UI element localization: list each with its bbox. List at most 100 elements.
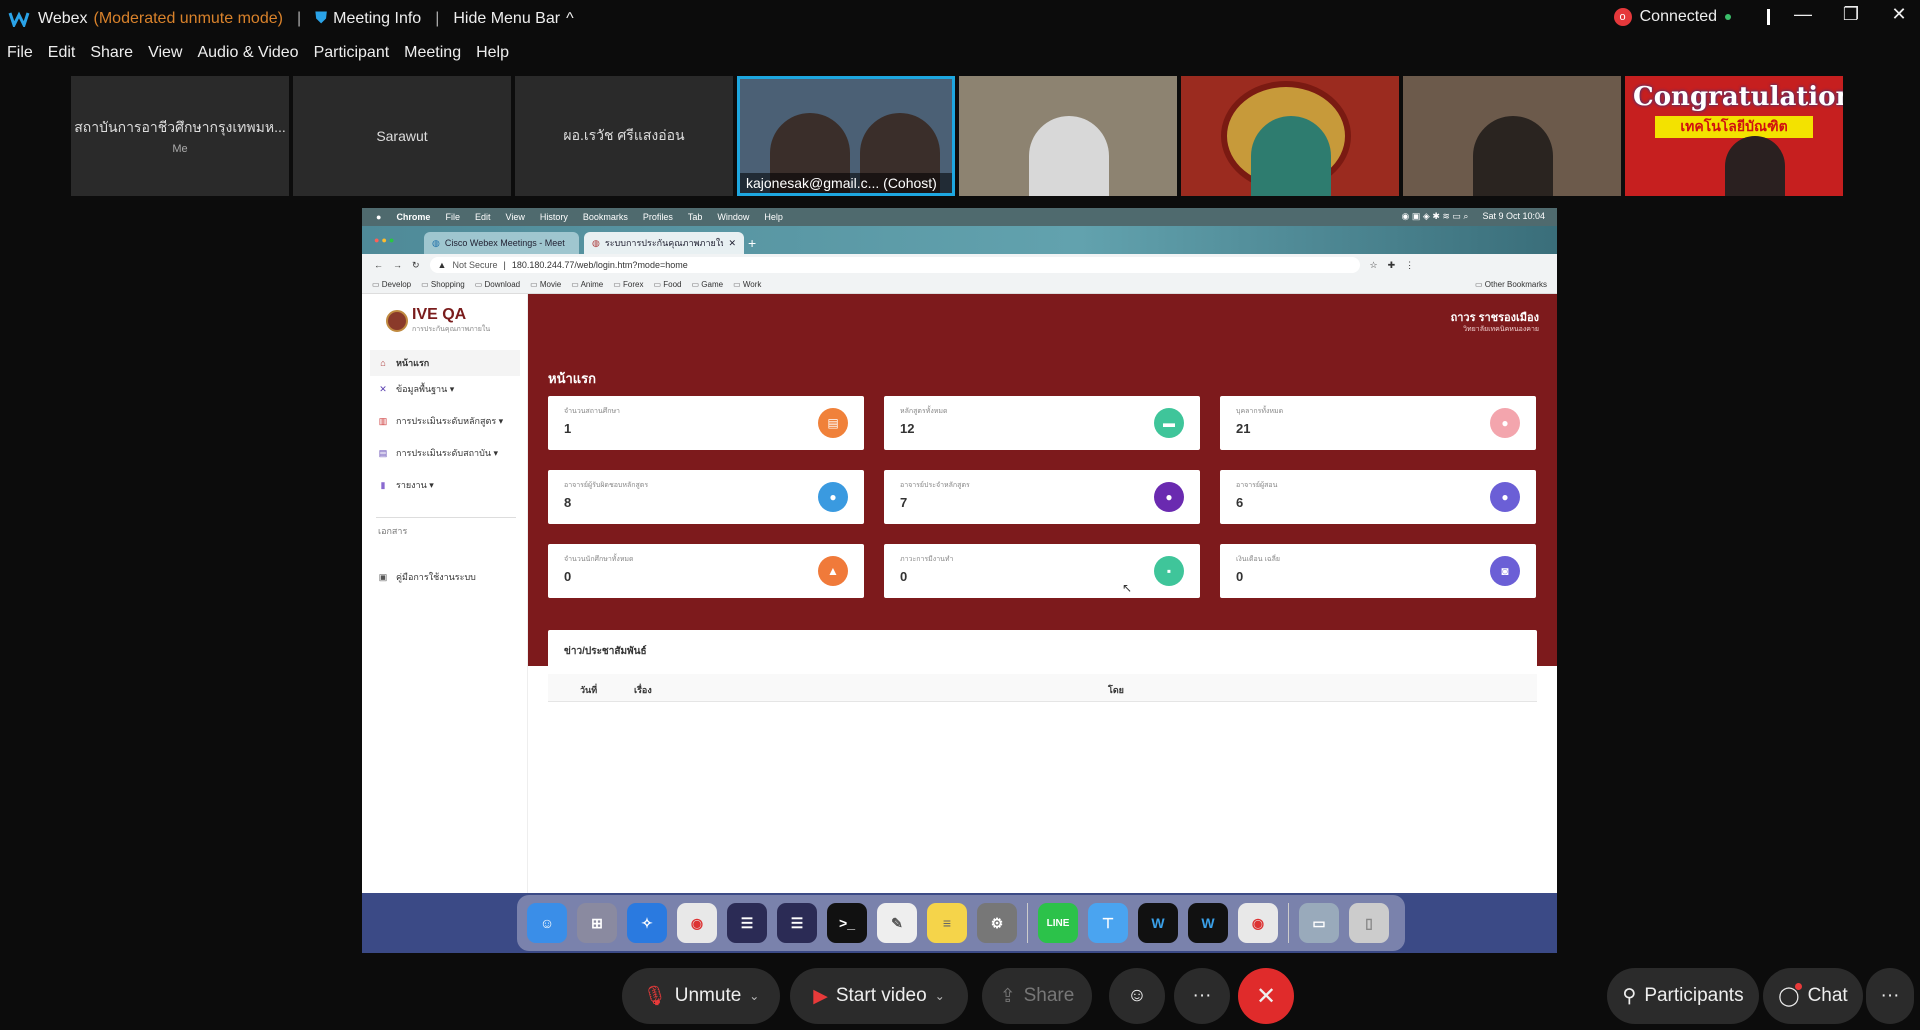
chrome-icon[interactable]: ◉ — [677, 903, 717, 943]
bookmark-folder[interactable]: Food — [653, 280, 681, 289]
stat-value: 12 — [900, 421, 915, 436]
meeting-controls: 🎙︎ Unmute ⌄ ▶ Start video ⌄ ⇪ Share ☺ ··… — [0, 962, 1920, 1030]
eclipse-icon[interactable]: ☰ — [777, 903, 817, 943]
participants-button[interactable]: ⚲ Participants — [1607, 968, 1759, 1024]
minimize-icon[interactable]: — — [1790, 4, 1816, 25]
menu-file[interactable]: File — [7, 44, 33, 72]
shield-icon: ⛊ — [315, 10, 328, 27]
participant-video-active[interactable]: kajonesak@gmail.c... (Cohost) — [737, 76, 955, 196]
mac-app-name: Chrome — [396, 212, 431, 222]
hide-menu-bar-button[interactable]: Hide Menu Bar ^ — [453, 10, 573, 28]
site-logo[interactable]: IVE QA การประกันคุณภาพภายใน — [386, 306, 490, 335]
finder-icon[interactable]: ☺ — [527, 903, 567, 943]
nav-institution-eval[interactable]: ▤ การประเมินระดับสถาบัน ▾ — [378, 446, 498, 460]
column-header-by[interactable]: โดย — [1108, 683, 1124, 697]
menu-participant[interactable]: Participant — [314, 44, 390, 72]
connection-status[interactable]: o Connected — [1613, 8, 1770, 26]
address-bar[interactable]: ▲ Not Secure | 180.180.244.77/web/login.… — [429, 257, 1360, 273]
stat-card-employment[interactable]: ภาวะการมีงานทำ 0 ▪ — [884, 544, 1200, 598]
chevron-down-icon[interactable]: ⌄ — [749, 989, 759, 1003]
column-header-subject[interactable]: เรื่อง — [634, 683, 652, 697]
nav-manual[interactable]: ▣ คู่มือการใช้งานระบบ — [378, 570, 476, 584]
participant-video[interactable] — [1403, 76, 1621, 196]
stat-card-staff[interactable]: บุคลากรทั้งหมด 21 ● — [1220, 396, 1536, 450]
share-button[interactable]: ⇪ Share — [982, 968, 1092, 1024]
reactions-button[interactable]: ☺ — [1109, 968, 1165, 1024]
column-header-date[interactable]: วันที่ — [580, 683, 597, 697]
start-video-button[interactable]: ▶ Start video ⌄ — [790, 968, 968, 1024]
nav-basic-data[interactable]: ✕ ข้อมูลพื้นฐาน ▾ — [378, 382, 454, 396]
bookmark-folder[interactable]: Shopping — [421, 280, 465, 289]
star-icon[interactable]: ☆ — [1370, 260, 1378, 271]
stat-card-responsible-teachers[interactable]: อาจารย์ผู้รับผิดชอบหลักสูตร 8 ● — [548, 470, 864, 524]
participant-video[interactable]: Congratulations เทคโนโลยีบัณฑิต — [1625, 76, 1843, 196]
extensions-icon[interactable]: ✚ — [1388, 260, 1396, 271]
more-options-button[interactable]: ··· — [1174, 968, 1230, 1024]
bookmark-folder[interactable]: Develop — [372, 280, 411, 289]
bookmark-folder[interactable]: Work — [733, 280, 762, 289]
leave-meeting-button[interactable]: ✕ — [1238, 968, 1294, 1024]
new-tab-icon[interactable]: + — [748, 235, 756, 251]
webex-icon[interactable]: W — [1138, 903, 1178, 943]
close-icon[interactable]: ✕ — [1886, 4, 1912, 25]
status-icons: ◉ ▣ ◈ ✱ ≋ ▭ ⌕ — [1401, 211, 1469, 221]
stat-card-course-teachers[interactable]: อาจารย์ประจำหลักสูตร 7 ● — [884, 470, 1200, 524]
line-icon[interactable]: LINE — [1038, 903, 1078, 943]
close-tab-icon[interactable]: ✕ — [728, 238, 736, 249]
settings-icon[interactable]: ⚙ — [977, 903, 1017, 943]
notes-icon[interactable]: ≡ — [927, 903, 967, 943]
participant-video[interactable] — [959, 76, 1177, 196]
banner-tag: เทคโนโลยีบัณฑิต — [1655, 116, 1813, 138]
participant-tile-self[interactable]: สถาบันการอาชีวศึกษากรุงเทพมห... Me — [71, 76, 289, 196]
menu-meeting[interactable]: Meeting — [404, 44, 461, 72]
unmute-button[interactable]: 🎙︎ Unmute ⌄ — [622, 968, 780, 1024]
meeting-info-button[interactable]: ⛊ Meeting Info — [315, 10, 421, 28]
bookmark-folder[interactable]: Anime — [571, 280, 604, 289]
nav-home[interactable]: ⌂ หน้าแรก — [370, 350, 520, 376]
mac-menu-item: Window — [717, 212, 750, 222]
menu-edit[interactable]: Edit — [48, 44, 76, 72]
bookmark-folder[interactable]: Forex — [613, 280, 643, 289]
terminal-icon[interactable]: >_ — [827, 903, 867, 943]
chat-button[interactable]: ◯ Chat — [1763, 968, 1863, 1024]
trash-icon[interactable]: ▯ — [1349, 903, 1389, 943]
participant-tile[interactable]: ผอ.เรวัช ศรีแสงอ่อน — [515, 76, 733, 196]
bookmark-folder[interactable]: Download — [475, 280, 521, 289]
browser-tab-active[interactable]: ◍ ระบบการประกันคุณภาพภายในสถ ✕ — [584, 232, 744, 254]
mac-dock-area: ☺ ⊞ ✧ ◉ ☰ ☰ >_ ✎ ≡ ⚙ LINE ⊤ W W ◉ ▭ ▯ — [362, 893, 1557, 953]
participant-tile[interactable]: Sarawut — [293, 76, 511, 196]
webex-meetings-icon[interactable]: W — [1188, 903, 1228, 943]
menu-dots-icon[interactable]: ⋮ — [1405, 260, 1414, 271]
safari-icon[interactable]: ✧ — [627, 903, 667, 943]
eclipse-icon[interactable]: ☰ — [727, 903, 767, 943]
bookmark-folder[interactable]: Game — [692, 280, 723, 289]
textedit-icon[interactable]: ✎ — [877, 903, 917, 943]
bookmark-folder[interactable]: Movie — [530, 280, 561, 289]
stat-value: 0 — [564, 569, 572, 584]
stat-card-institutions[interactable]: จำนวนสถานศึกษา 1 ▤ — [548, 396, 864, 450]
downloads-folder-icon[interactable]: ▭ — [1299, 903, 1339, 943]
forward-icon[interactable]: → — [393, 260, 402, 270]
chevron-down-icon[interactable]: ⌄ — [935, 989, 945, 1003]
menu-audio-video[interactable]: Audio & Video — [197, 44, 298, 72]
stat-card-instructors[interactable]: อาจารย์ผู้สอน 6 ● — [1220, 470, 1536, 524]
browser-tab[interactable]: ◍ Cisco Webex Meetings - Meet — [424, 232, 579, 254]
stat-card-students[interactable]: จำนวนนักศึกษาทั้งหมด 0 ▲ — [548, 544, 864, 598]
reload-icon[interactable]: ↻ — [412, 260, 420, 271]
menu-share[interactable]: Share — [90, 44, 133, 72]
participant-video[interactable] — [1181, 76, 1399, 196]
more-panels-button[interactable]: ··· — [1866, 968, 1914, 1024]
chrome-icon[interactable]: ◉ — [1238, 903, 1278, 943]
stat-card-courses[interactable]: หลักสูตรทั้งหมด 12 ▬ — [884, 396, 1200, 450]
other-bookmarks[interactable]: Other Bookmarks — [1475, 280, 1547, 289]
menu-help[interactable]: Help — [476, 44, 509, 72]
keynote-icon[interactable]: ⊤ — [1088, 903, 1128, 943]
menu-view[interactable]: View — [148, 44, 182, 72]
back-icon[interactable]: ← — [374, 260, 383, 270]
nav-report[interactable]: ▮ รายงาน ▾ — [378, 478, 434, 492]
stat-card-salary[interactable]: เงินเดือน เฉลี่ย 0 ◙ — [1220, 544, 1536, 598]
hide-menu-bar-label: Hide Menu Bar — [453, 10, 561, 27]
launchpad-icon[interactable]: ⊞ — [577, 903, 617, 943]
nav-course-eval[interactable]: ▥ การประเมินระดับหลักสูตร ▾ — [378, 414, 503, 428]
restore-icon[interactable]: ❐ — [1838, 4, 1864, 25]
